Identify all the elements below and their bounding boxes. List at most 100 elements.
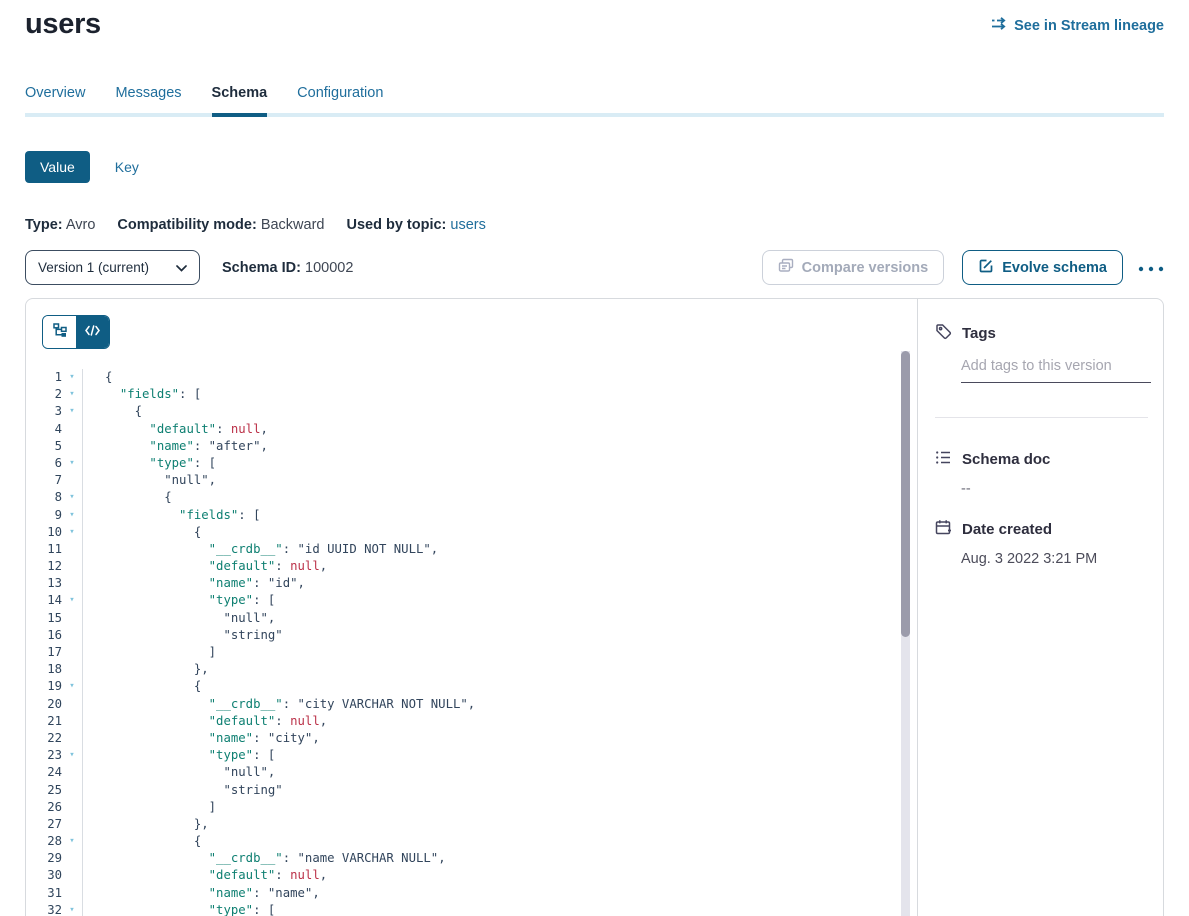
fold-caret-icon[interactable]: ▾: [62, 678, 82, 695]
code-text: "name": "name",: [83, 885, 320, 902]
code-gutter: 32▾: [26, 902, 83, 916]
chevron-down-icon: [176, 260, 187, 275]
line-number: 26: [26, 799, 62, 816]
fold-caret-icon[interactable]: ▾: [62, 455, 82, 472]
schema-doc-heading: Schema doc: [935, 450, 1163, 469]
code-gutter: 19▾: [26, 678, 83, 695]
tags-section-heading: Tags: [935, 323, 1163, 344]
code-line: 5 "name": "after",: [26, 438, 917, 455]
tab-overview[interactable]: Overview: [25, 85, 85, 117]
line-number: 5: [26, 438, 62, 455]
more-actions-button[interactable]: [1138, 260, 1164, 275]
line-number: 10: [26, 524, 62, 541]
fold-caret-icon[interactable]: ▾: [62, 747, 82, 764]
code-text: "name": "id",: [83, 575, 305, 592]
stream-lineage-link[interactable]: See in Stream lineage: [990, 16, 1164, 35]
code-line: 20 "__crdb__": "city VARCHAR NOT NULL",: [26, 696, 917, 713]
code-line: 28▾ {: [26, 833, 917, 850]
fold-caret-icon[interactable]: ▾: [62, 524, 82, 541]
fold-caret-icon: [62, 541, 82, 558]
stream-lineage-icon: [990, 16, 1007, 35]
code-line: 23▾ "type": [: [26, 747, 917, 764]
code-gutter: 2▾: [26, 386, 83, 403]
code-gutter: 4: [26, 421, 83, 438]
code-gutter: 13: [26, 575, 83, 592]
tab-configuration[interactable]: Configuration: [297, 85, 383, 117]
code-line: 7 "null",: [26, 472, 917, 489]
compare-versions-button[interactable]: Compare versions: [762, 250, 945, 285]
date-created-heading: Date created: [935, 519, 1163, 540]
fold-caret-icon[interactable]: ▾: [62, 833, 82, 850]
ellipsis-icon: [1138, 260, 1164, 275]
scrollbar-thumb[interactable]: [901, 351, 910, 637]
tags-heading-label: Tags: [962, 325, 996, 342]
code-line: 16 "string": [26, 627, 917, 644]
topic-link[interactable]: users: [450, 217, 485, 233]
code-gutter: 15: [26, 610, 83, 627]
key-toggle-link[interactable]: Key: [115, 159, 139, 175]
fold-caret-icon[interactable]: ▾: [62, 386, 82, 403]
code-view-toggle: [42, 315, 110, 349]
tree-view-button[interactable]: [43, 316, 76, 348]
fold-caret-icon[interactable]: ▾: [62, 403, 82, 420]
tab-messages[interactable]: Messages: [115, 85, 181, 117]
line-number: 22: [26, 730, 62, 747]
code-text: "default": null,: [83, 558, 327, 575]
line-number: 32: [26, 902, 62, 916]
schema-sidebar: Tags Schema doc --: [917, 299, 1163, 916]
code-line: 31 "name": "name",: [26, 885, 917, 902]
line-number: 16: [26, 627, 62, 644]
code-gutter: 9▾: [26, 507, 83, 524]
line-number: 29: [26, 850, 62, 867]
code-text: {: [83, 524, 201, 541]
fold-caret-icon[interactable]: ▾: [62, 902, 82, 916]
line-number: 17: [26, 644, 62, 661]
line-number: 13: [26, 575, 62, 592]
tab-schema[interactable]: Schema: [212, 85, 268, 117]
code-line: 3▾ {: [26, 403, 917, 420]
tags-input[interactable]: [961, 358, 1151, 383]
code-gutter: 28▾: [26, 833, 83, 850]
code-text: "name": "after",: [83, 438, 268, 455]
code-text: ]: [83, 644, 216, 661]
code-line: 21 "default": null,: [26, 713, 917, 730]
code-text: ]: [83, 799, 216, 816]
version-select[interactable]: Version 1 (current): [25, 250, 200, 285]
line-number: 20: [26, 696, 62, 713]
code-text: {: [83, 678, 201, 695]
code-gutter: 18: [26, 661, 83, 678]
evolve-schema-button[interactable]: Evolve schema: [962, 250, 1123, 285]
fold-caret-icon: [62, 472, 82, 489]
line-number: 19: [26, 678, 62, 695]
code-text: "type": [: [83, 455, 216, 472]
schema-meta: Type: Avro Compatibility mode: Backward …: [25, 217, 1164, 233]
code-text: {: [83, 489, 172, 506]
value-toggle-button[interactable]: Value: [25, 151, 90, 183]
fold-caret-icon[interactable]: ▾: [62, 489, 82, 506]
code-line: 9▾ "fields": [: [26, 507, 917, 524]
code-text: "__crdb__": "city VARCHAR NOT NULL",: [83, 696, 475, 713]
line-number: 27: [26, 816, 62, 833]
code-view-button[interactable]: [76, 316, 109, 348]
line-number: 4: [26, 421, 62, 438]
line-number: 2: [26, 386, 62, 403]
code-line: 13 "name": "id",: [26, 575, 917, 592]
fold-caret-icon: [62, 558, 82, 575]
fold-caret-icon[interactable]: ▾: [62, 369, 82, 386]
code-text: "type": [: [83, 747, 275, 764]
fold-caret-icon: [62, 627, 82, 644]
code-gutter: 7: [26, 472, 83, 489]
meta-used-by-topic: Used by topic: users: [346, 217, 485, 233]
code-line: 27 },: [26, 816, 917, 833]
code-line: 30 "default": null,: [26, 867, 917, 884]
date-created-value: Aug. 3 2022 3:21 PM: [961, 551, 1163, 567]
fold-caret-icon[interactable]: ▾: [62, 507, 82, 524]
schema-doc-value: --: [961, 481, 1163, 497]
fold-caret-icon[interactable]: ▾: [62, 592, 82, 609]
code-text: "null",: [83, 472, 216, 489]
line-number: 7: [26, 472, 62, 489]
code-line: 26 ]: [26, 799, 917, 816]
code-scrollbar[interactable]: [901, 351, 910, 916]
controls-row: Version 1 (current) Schema ID: 100002 Co…: [25, 250, 1164, 285]
line-number: 15: [26, 610, 62, 627]
